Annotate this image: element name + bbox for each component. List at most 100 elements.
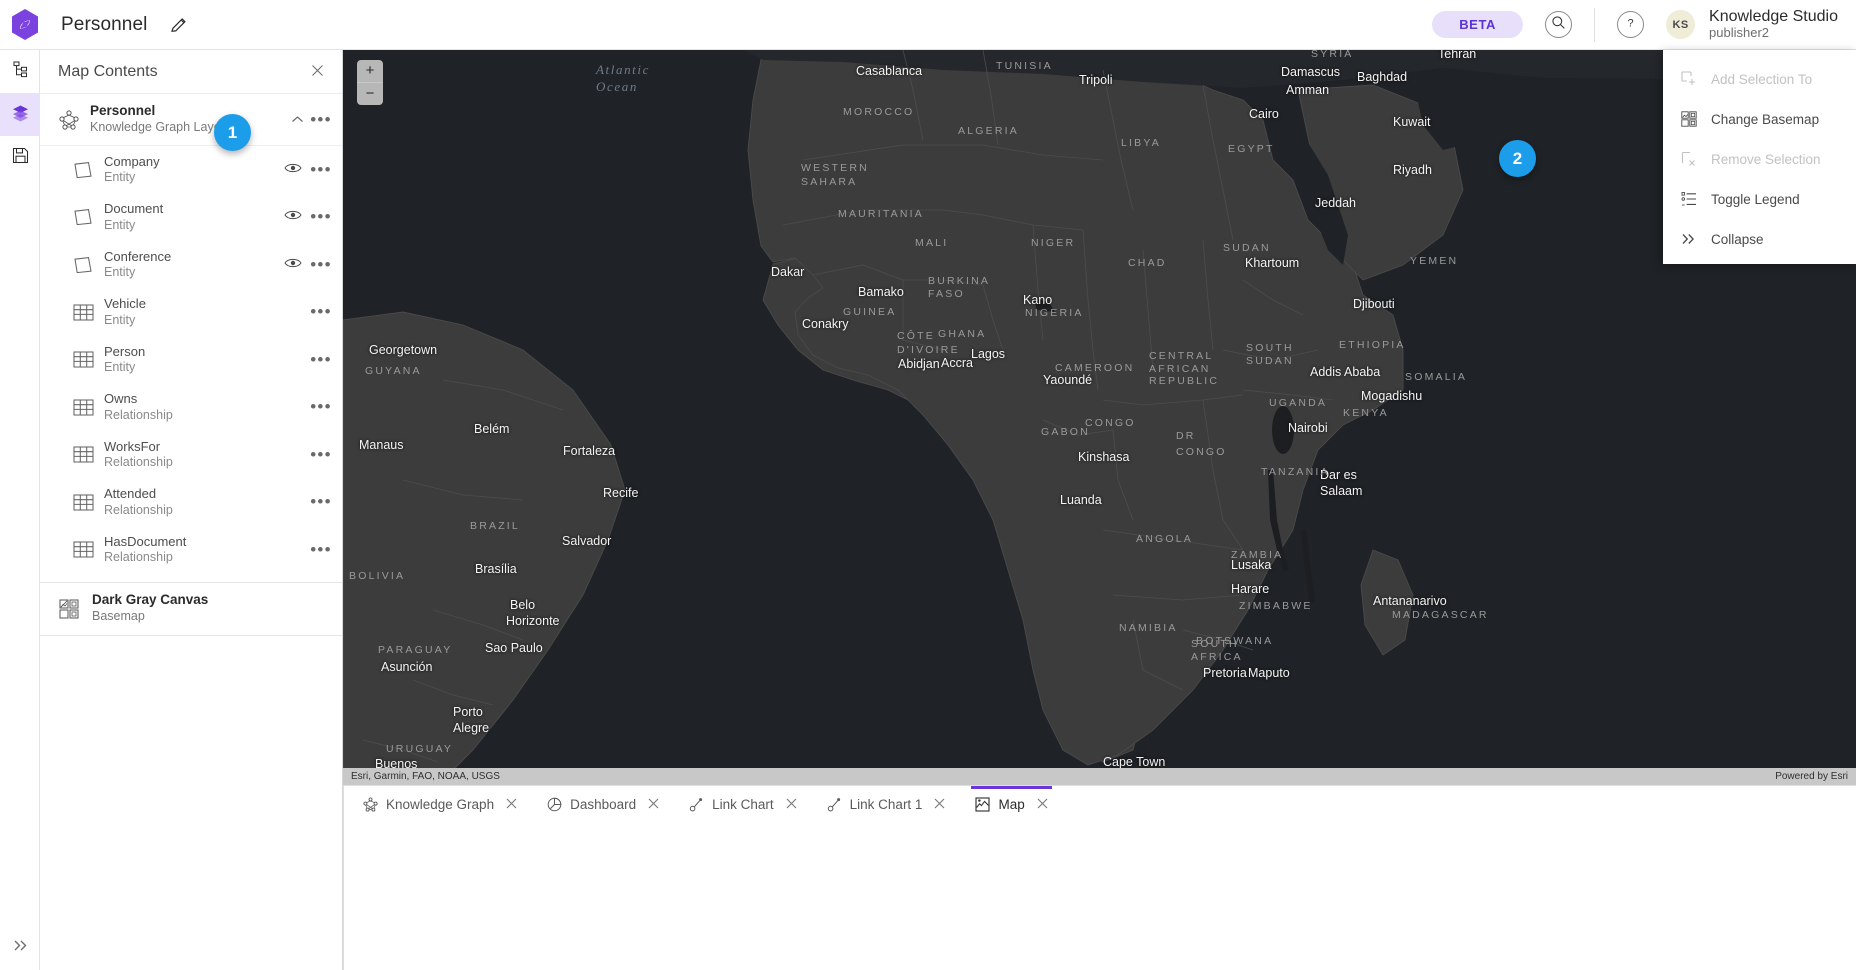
overflow-dots-icon: ••• bbox=[310, 302, 331, 321]
layer-row-text: DocumentEntity bbox=[104, 201, 278, 233]
layer-menu-button[interactable]: ••• bbox=[308, 160, 334, 180]
left-rail bbox=[0, 50, 40, 970]
eye-visible-icon bbox=[284, 256, 302, 274]
menu-item-collapse[interactable]: Collapse bbox=[1663, 219, 1856, 259]
visibility-toggle[interactable] bbox=[278, 208, 308, 226]
map-country-label: WESTERN bbox=[801, 162, 869, 174]
knowledge-graph-icon bbox=[54, 109, 84, 131]
layer-row[interactable]: ConferenceEntity••• bbox=[40, 241, 342, 289]
menu-item-label: Remove Selection bbox=[1711, 152, 1821, 167]
map-city-label: Sao Paulo bbox=[485, 641, 543, 655]
close-x-icon[interactable] bbox=[786, 797, 797, 812]
collapse-layer-button[interactable] bbox=[286, 112, 308, 127]
layer-row[interactable]: VehicleEntity••• bbox=[40, 289, 342, 337]
layer-menu-button[interactable]: ••• bbox=[308, 207, 334, 227]
layer-root-personnel[interactable]: Personnel Knowledge Graph Layer ••• bbox=[40, 94, 342, 146]
layer-menu-button[interactable]: ••• bbox=[308, 302, 334, 322]
expand-panel-button[interactable] bbox=[0, 926, 40, 970]
tab-label: Knowledge Graph bbox=[386, 797, 494, 812]
beta-badge[interactable]: BETA bbox=[1432, 11, 1523, 38]
overflow-dots-icon: ••• bbox=[310, 350, 331, 369]
polygon-shape-icon bbox=[66, 256, 100, 274]
map-city-label: Conakry bbox=[802, 317, 849, 331]
avatar[interactable]: KS bbox=[1666, 10, 1695, 39]
close-x-icon[interactable] bbox=[1037, 797, 1048, 812]
logo-container[interactable] bbox=[0, 9, 50, 40]
layer-row[interactable]: CompanyEntity••• bbox=[40, 146, 342, 194]
menu-item-add-selection-to[interactable]: Add Selection To bbox=[1663, 59, 1856, 99]
layer-row[interactable]: OwnsRelationship••• bbox=[40, 384, 342, 432]
layer-menu-button[interactable]: ••• bbox=[308, 397, 334, 417]
layer-row-text: PersonEntity bbox=[104, 344, 278, 376]
zoom-out-button[interactable]: − bbox=[357, 83, 383, 106]
chevron-up-icon bbox=[291, 112, 304, 127]
visibility-toggle[interactable] bbox=[278, 161, 308, 179]
close-x-icon[interactable] bbox=[506, 797, 517, 812]
map-country-label: CENTRAL bbox=[1149, 350, 1213, 362]
map-country-label: GABON bbox=[1041, 426, 1090, 438]
basemap-row[interactable]: Dark Gray Canvas Basemap bbox=[40, 583, 342, 635]
map-country-label: CAMEROON bbox=[1055, 362, 1134, 374]
link-chart-icon bbox=[689, 797, 704, 812]
layer-menu-button[interactable]: ••• bbox=[308, 445, 334, 465]
menu-item-label: Collapse bbox=[1711, 232, 1764, 247]
menu-item-label: Toggle Legend bbox=[1711, 192, 1800, 207]
menu-item-change-basemap[interactable]: Change Basemap bbox=[1663, 99, 1856, 139]
close-x-icon[interactable] bbox=[648, 797, 659, 812]
map-country-label: TUNISIA bbox=[996, 60, 1053, 72]
svg-text:?: ? bbox=[1627, 17, 1633, 29]
rail-item-layers[interactable] bbox=[0, 93, 40, 136]
close-x-icon[interactable] bbox=[934, 797, 945, 812]
layer-name: Company bbox=[104, 154, 278, 170]
application-window: Personnel BETA ? K bbox=[0, 0, 1856, 970]
layer-menu-button[interactable]: ••• bbox=[308, 492, 334, 512]
map-country-label: MALI bbox=[915, 237, 948, 249]
map-country-label: AFRICA bbox=[1191, 651, 1243, 663]
map-city-label: Cape Town bbox=[1103, 755, 1165, 769]
map-city-label: Yaoundé bbox=[1043, 373, 1092, 387]
menu-item-toggle-legend[interactable]: Toggle Legend bbox=[1663, 179, 1856, 219]
map-city-label: Riyadh bbox=[1393, 163, 1432, 177]
tab-dashboard[interactable]: Dashboard bbox=[537, 786, 669, 822]
layer-row[interactable]: AttendedRelationship••• bbox=[40, 479, 342, 527]
search-button[interactable] bbox=[1545, 11, 1572, 38]
overflow-dots-icon: ••• bbox=[310, 540, 331, 559]
tab-link-chart[interactable]: Link Chart bbox=[679, 786, 807, 822]
map-country-label: MADAGASCAR bbox=[1392, 609, 1489, 621]
bottom-tab-bar: Knowledge Graph Dashboard Link Chart Link C… bbox=[343, 785, 1856, 970]
pencil-icon[interactable] bbox=[169, 15, 189, 35]
rail-item-save[interactable] bbox=[0, 136, 40, 179]
layer-menu-button[interactable]: ••• bbox=[308, 350, 334, 370]
map-city-label: Brasília bbox=[475, 562, 517, 576]
map-country-label: SYRIA bbox=[1311, 50, 1354, 60]
menu-item-label: Change Basemap bbox=[1711, 112, 1819, 127]
close-panel-button[interactable] bbox=[307, 59, 328, 84]
layer-menu-button[interactable]: ••• bbox=[308, 540, 334, 560]
tab-map[interactable]: Map bbox=[965, 786, 1057, 822]
map-country-label: NAMIBIA bbox=[1119, 622, 1178, 634]
layer-menu-button[interactable]: ••• bbox=[308, 255, 334, 275]
rail-item-data-model[interactable] bbox=[0, 50, 40, 93]
page-title: Personnel bbox=[61, 14, 147, 36]
tab-knowledge-graph[interactable]: Knowledge Graph bbox=[353, 786, 527, 822]
map-city-label: Manaus bbox=[359, 438, 403, 452]
tab-link-chart-1[interactable]: Link Chart 1 bbox=[817, 786, 956, 822]
overflow-dots-icon: ••• bbox=[310, 160, 331, 179]
visibility-toggle[interactable] bbox=[278, 256, 308, 274]
user-info[interactable]: Knowledge Studio publisher2 bbox=[1709, 8, 1838, 40]
map-city-label: Abidjan bbox=[898, 357, 940, 371]
layer-row[interactable]: HasDocumentRelationship••• bbox=[40, 526, 342, 574]
zoom-in-button[interactable]: + bbox=[357, 60, 383, 83]
layer-row[interactable]: PersonEntity ••• bbox=[40, 336, 342, 384]
layer-row[interactable]: DocumentEntity ••• bbox=[40, 194, 342, 242]
basemap-name: Dark Gray Canvas bbox=[92, 592, 208, 609]
map-city-label: Bamako bbox=[858, 285, 904, 299]
layer-row[interactable]: WorksForRelationship••• bbox=[40, 431, 342, 479]
layer-root-menu-button[interactable]: ••• bbox=[308, 110, 334, 130]
map-city-label: Belo bbox=[510, 598, 535, 612]
map-city-label: Jeddah bbox=[1315, 196, 1356, 210]
map-canvas[interactable]: AtlanticOceanCasablancaTripoliDamascusBa… bbox=[343, 50, 1856, 785]
app-header: Personnel BETA ? K bbox=[0, 0, 1856, 50]
menu-item-remove-selection[interactable]: Remove Selection bbox=[1663, 139, 1856, 179]
help-button[interactable]: ? bbox=[1617, 11, 1644, 38]
